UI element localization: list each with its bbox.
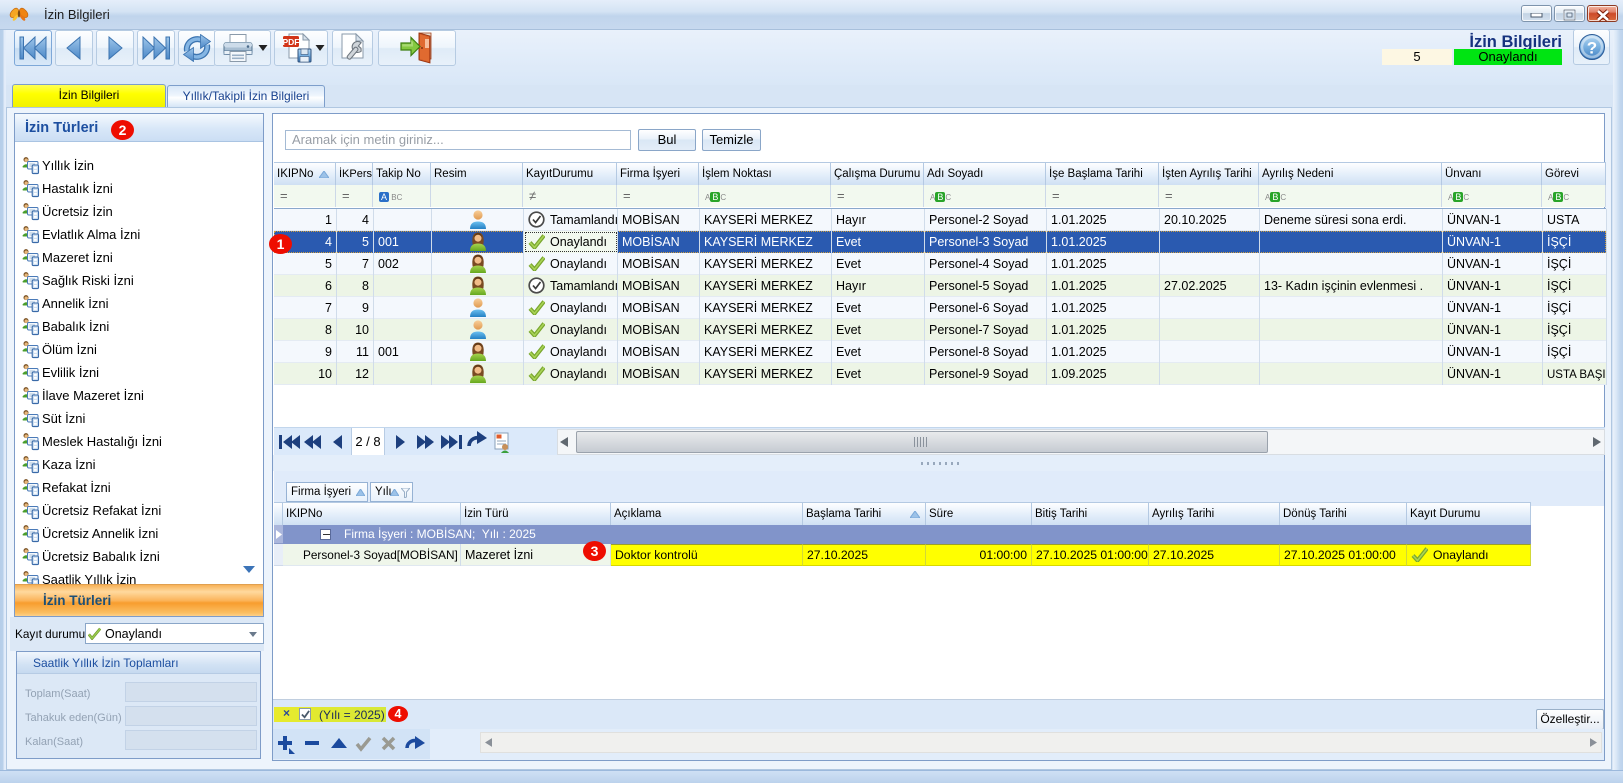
svg-text:?: ? [1586,39,1596,58]
svg-text:PDF: PDF [282,37,299,47]
